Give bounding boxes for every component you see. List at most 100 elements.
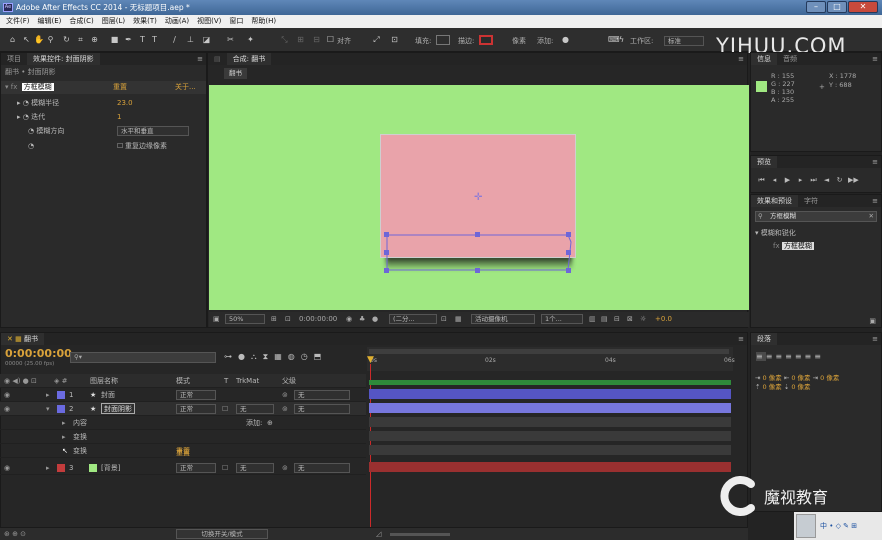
clone-tool-icon[interactable]: ⊥: [186, 35, 195, 44]
effect-reset-link[interactable]: 重置: [113, 81, 127, 94]
brush-tool-icon[interactable]: ∕: [170, 35, 179, 44]
reset-exposure-icon[interactable]: ☼: [640, 315, 646, 323]
transform-handle[interactable]: [384, 250, 389, 255]
play-icon[interactable]: ▶: [783, 176, 792, 184]
indent-right-value[interactable]: 0 像素: [791, 374, 810, 382]
tab-info[interactable]: 信息: [751, 53, 777, 65]
layer-name-edit[interactable]: 封面阴影: [101, 403, 135, 414]
layer-duration-bar[interactable]: [369, 462, 731, 472]
camera-select[interactable]: 活动摄像机: [471, 314, 535, 324]
justify-last-right-icon[interactable]: ≡: [805, 352, 815, 361]
type-tool-icon[interactable]: T: [150, 35, 159, 44]
timeline-link-icon[interactable]: ⊟: [614, 315, 620, 323]
hide-shy-icon[interactable]: ⧗: [263, 352, 275, 361]
menu-composition[interactable]: 合成(C): [65, 15, 97, 28]
justify-last-left-icon[interactable]: ≡: [785, 352, 795, 361]
comp-flowchart-icon[interactable]: ⊠: [627, 315, 633, 323]
transform-handle[interactable]: [475, 268, 480, 273]
prev-frame-icon[interactable]: ◂: [770, 176, 779, 184]
motion-blur-icon[interactable]: ◍: [288, 352, 301, 361]
layer-duration-bar[interactable]: [369, 389, 731, 399]
menu-effect[interactable]: 效果(T): [129, 15, 161, 28]
close-tab-icon[interactable]: ✕ ▦: [7, 335, 22, 343]
graph-editor-icon[interactable]: ◷: [301, 352, 314, 361]
roto-tool-icon[interactable]: ✂: [226, 35, 235, 44]
pickwhip-icon[interactable]: ⊚: [282, 402, 288, 416]
trkmat-select[interactable]: 无: [236, 404, 274, 414]
sub-row-contents[interactable]: ▸ 内容 添加: ⊕: [0, 416, 366, 430]
pen-tool-icon[interactable]: ✒: [124, 35, 133, 44]
space-after-value[interactable]: 0 像素: [791, 383, 810, 391]
work-area-bar[interactable]: [369, 349, 729, 354]
comp-subtab[interactable]: 翻书: [224, 68, 247, 79]
pickwhip-icon[interactable]: ⊚: [282, 461, 288, 475]
align-right-icon[interactable]: ≡: [775, 352, 785, 361]
camera-tool-icon[interactable]: ⌗: [76, 35, 85, 44]
mask-visibility-icon[interactable]: ⊡: [285, 315, 291, 323]
zoom-tool-icon[interactable]: ⚲: [46, 35, 55, 44]
add-icon[interactable]: ⊕: [267, 416, 273, 430]
preserve-transparency-icon[interactable]: ☐: [222, 461, 228, 475]
timeline-timecode[interactable]: 0:00:00:00: [5, 347, 72, 360]
visibility-icon[interactable]: ◉: [4, 402, 10, 416]
align-checkbox-icon[interactable]: ☐: [326, 35, 335, 44]
snap-options-icon[interactable]: ⊡: [390, 35, 399, 44]
collapse-icon[interactable]: ▾: [46, 402, 50, 416]
add-dropdown-icon[interactable]: ●: [561, 35, 570, 44]
effect-row[interactable]: ▾ fx 方框模糊 重置 关于...: [1, 81, 206, 94]
effects-result-item[interactable]: fx 方框模糊: [751, 240, 881, 253]
live-update-icon[interactable]: ●: [238, 352, 251, 361]
tab-preview[interactable]: 预览: [751, 156, 777, 168]
clear-search-icon[interactable]: ✕: [869, 212, 874, 221]
anchor-point-icon[interactable]: ✛: [474, 192, 482, 203]
visibility-icon[interactable]: ◉: [4, 461, 10, 475]
menu-help[interactable]: 帮助(H): [247, 15, 280, 28]
ime-toolbar[interactable]: 中 • ◇ ✎ ⊞: [820, 521, 857, 531]
workspace-select[interactable]: 标准: [664, 36, 704, 46]
toggle-switches-modes-button[interactable]: 切换开关/模式: [176, 529, 268, 539]
panel-menu-icon[interactable]: ≡: [872, 55, 878, 63]
expand-icon[interactable]: ▸: [46, 461, 50, 475]
rectangle-tool-icon[interactable]: ■: [110, 35, 119, 44]
sub-row-transform[interactable]: ▸ 变换: [0, 430, 366, 444]
last-frame-icon[interactable]: ⏭: [809, 176, 818, 184]
label-color[interactable]: [57, 391, 65, 399]
snap-icon[interactable]: ⤢: [372, 35, 381, 44]
layer-name[interactable]: 封面: [101, 388, 115, 402]
resolution-select[interactable]: (二分...: [389, 314, 437, 324]
tab-audio[interactable]: 音频: [777, 53, 803, 65]
align-left-icon[interactable]: ≡: [756, 352, 766, 361]
comp-lock-icon[interactable]: ▤: [208, 53, 227, 65]
col-layer-name[interactable]: 图层名称: [90, 374, 118, 388]
mode-select[interactable]: 正常: [176, 390, 216, 400]
selection-tool-icon[interactable]: ↖: [22, 35, 31, 44]
menu-layer[interactable]: 图层(L): [98, 15, 129, 28]
indent-left-value[interactable]: 0 像素: [763, 374, 782, 382]
iterations-value[interactable]: 1: [117, 111, 121, 124]
time-ruler[interactable]: 0s 02s 04s 06s: [367, 347, 735, 371]
tab-composition[interactable]: 合成: 翻书: [226, 53, 272, 65]
tab-paragraph[interactable]: 段落: [751, 333, 777, 345]
next-frame-icon[interactable]: ▸: [796, 176, 805, 184]
transform-handle[interactable]: [384, 268, 389, 273]
show-snapshot-icon[interactable]: ♣: [359, 315, 365, 323]
avatar[interactable]: [796, 514, 816, 538]
comp-mini-flowchart-icon[interactable]: ⊶: [224, 352, 238, 361]
transparency-grid-icon[interactable]: ▦: [455, 315, 462, 323]
col-parent[interactable]: 父级: [282, 374, 296, 388]
visibility-icon[interactable]: ◉: [4, 388, 10, 402]
region-of-interest-icon[interactable]: ⊡: [441, 315, 447, 323]
panel-menu-icon[interactable]: ≡: [738, 335, 744, 343]
ram-preview-icon[interactable]: ▶▶: [848, 176, 859, 184]
transform-handle[interactable]: [566, 250, 571, 255]
axis-view-icon[interactable]: ⊟: [312, 35, 321, 44]
layer-row[interactable]: ◉ ▸ 1 ★ 封面 正常 ⊚ 无: [0, 388, 366, 402]
panel-menu-icon[interactable]: ≡: [872, 158, 878, 166]
zoom-select[interactable]: 50%: [225, 314, 265, 324]
layer-row-selected[interactable]: ◉ ▾ 2 ★ 封面阴影 正常 ☐ 无 ⊚ 无: [0, 402, 366, 416]
transform-handle[interactable]: [475, 232, 480, 237]
workspace-icon[interactable]: ⌨: [608, 35, 620, 44]
mode-select[interactable]: 正常: [176, 463, 216, 473]
stopwatch-icon[interactable]: ◔: [28, 127, 34, 135]
mode-select[interactable]: 正常: [176, 404, 216, 414]
